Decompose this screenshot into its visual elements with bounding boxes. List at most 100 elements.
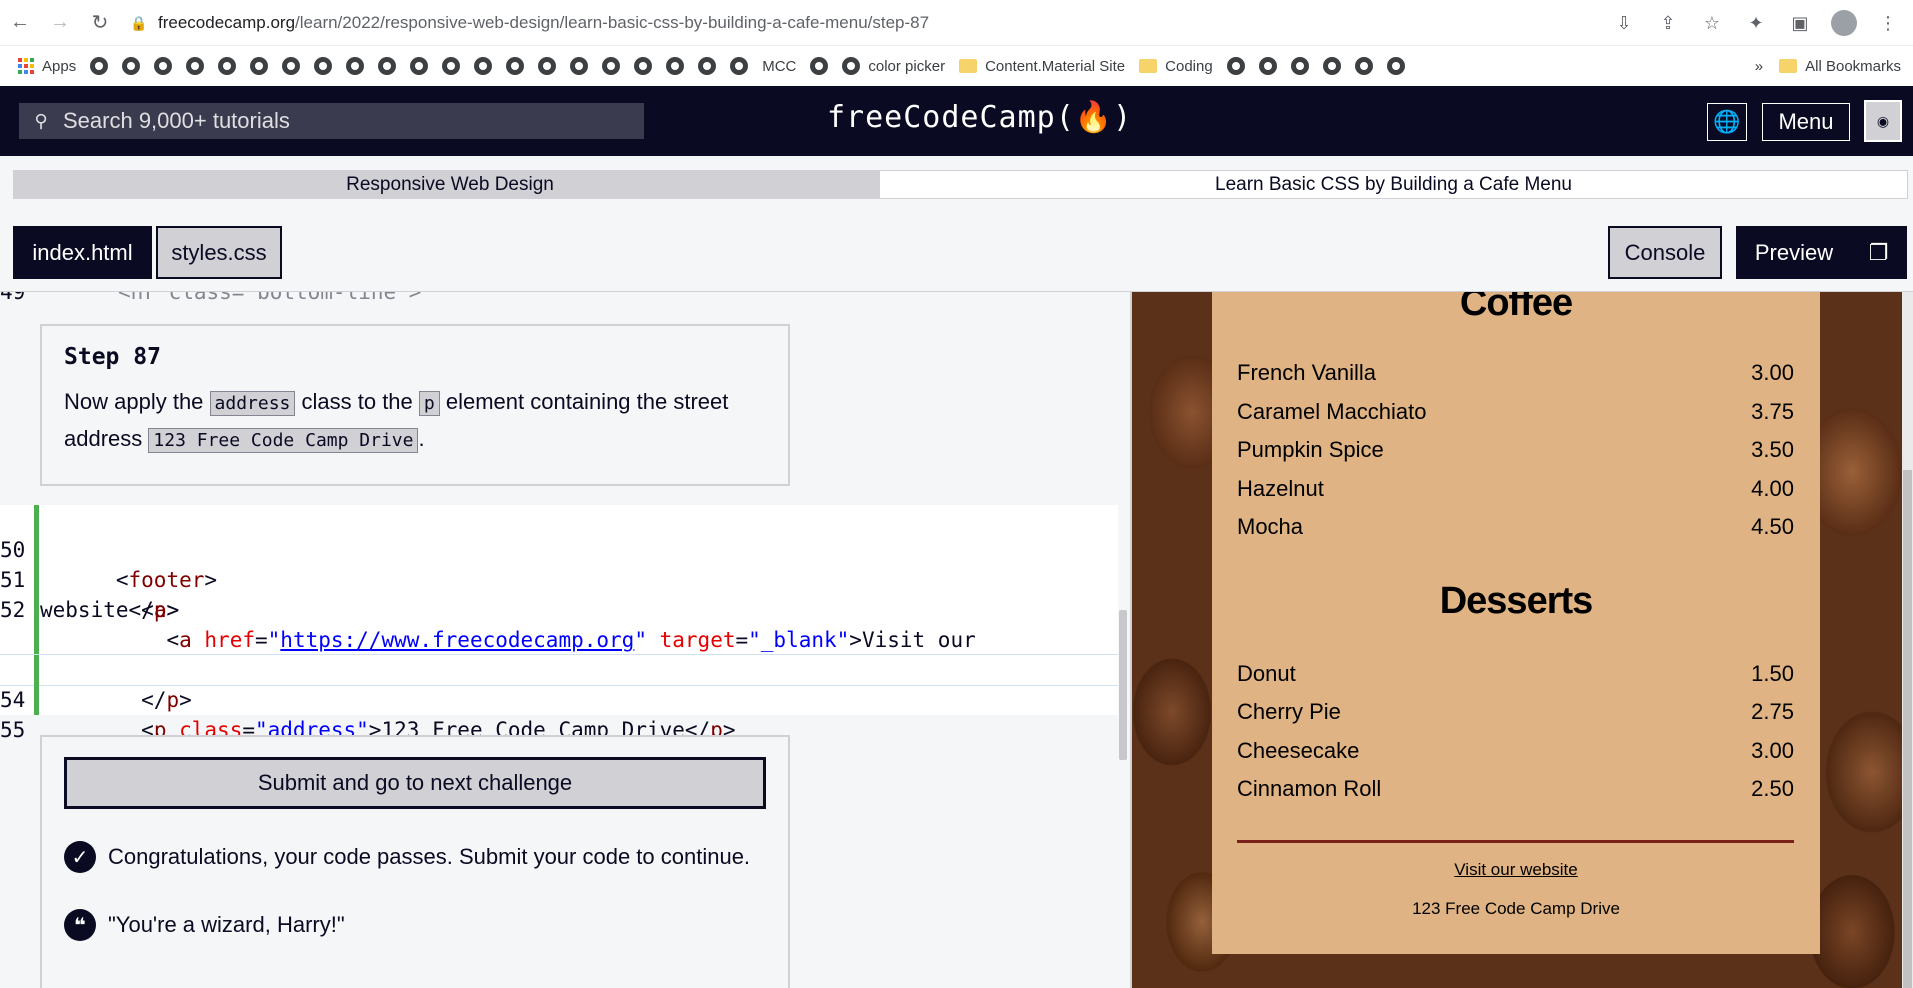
extensions-icon[interactable]: ✦	[1739, 6, 1773, 40]
globe-icon	[1322, 57, 1341, 75]
popout-preview-icon[interactable]: ❐	[1850, 226, 1907, 279]
globe-icon	[842, 57, 861, 75]
bookmark-globe[interactable]	[1322, 57, 1341, 75]
globe-icon	[250, 57, 269, 75]
bookmark-globe[interactable]	[602, 57, 621, 75]
bookmark-globe[interactable]	[186, 57, 205, 75]
menu-item: Hazelnut 4.00	[1237, 474, 1794, 504]
inline-code: 123 Free Code Camp Drive	[148, 428, 419, 453]
profile-avatar[interactable]	[1827, 6, 1861, 40]
user-avatar[interactable]: ◉	[1864, 100, 1902, 142]
bookmarks-right: » All Bookmarks	[1755, 46, 1901, 86]
code-line-partial: 49 <hr class="bottom-line">	[0, 292, 421, 304]
submit-button[interactable]: Submit and go to next challenge	[64, 757, 766, 809]
bookmark-globe[interactable]	[282, 57, 301, 75]
apps-grid-icon	[18, 58, 34, 74]
bookmark-color-picker[interactable]: color picker	[842, 57, 945, 75]
bookmark-globe[interactable]	[90, 57, 109, 75]
tab-index-html[interactable]: index.html	[13, 226, 152, 279]
bookmark-coding[interactable]: Coding	[1139, 58, 1213, 75]
globe-icon	[474, 57, 493, 75]
item-name: Cherry Pie	[1237, 699, 1341, 724]
item-price: 2.75	[1751, 699, 1794, 724]
bookmark-globe[interactable]	[538, 57, 557, 75]
menu-button[interactable]: Menu	[1762, 103, 1850, 141]
globe-icon	[186, 57, 205, 75]
preview-pane: Coffee French Vanilla 3.00 Caramel Macchi…	[1132, 292, 1913, 988]
language-globe-icon[interactable]: 🌐	[1707, 103, 1747, 141]
forward-icon[interactable]: →	[40, 0, 80, 46]
bookmark-label: Coding	[1165, 57, 1213, 75]
code-editor[interactable]: 49 <hr class="bottom-line"> Step 87 Now a…	[0, 292, 1130, 988]
bookmark-mcc[interactable]: MCC	[762, 58, 796, 75]
bookmark-globe[interactable]	[1354, 57, 1373, 75]
bookmarks-overflow-icon[interactable]: »	[1755, 58, 1763, 75]
bookmark-content-material[interactable]: Content.Material Site	[959, 58, 1125, 75]
bookmark-globe[interactable]	[810, 57, 829, 75]
visit-website-link[interactable]: Visit our website	[1212, 860, 1820, 880]
preview-scrollbar-thumb[interactable]	[1903, 470, 1912, 988]
pass-message: ✓ Congratulations, your code passes. Sub…	[64, 841, 750, 873]
bookmark-globe[interactable]	[666, 57, 685, 75]
globe-icon	[90, 57, 109, 75]
bookmark-star-icon[interactable]: ☆	[1695, 6, 1729, 40]
check-circle-icon: ✓	[64, 841, 96, 873]
editor-scrollbar-thumb[interactable]	[1119, 610, 1127, 760]
side-panel-icon[interactable]: ▣	[1783, 6, 1817, 40]
bookmark-globe[interactable]	[570, 57, 589, 75]
fcc-logo[interactable]: freeCodeCamp(🔥)	[827, 100, 1132, 135]
bookmark-globe[interactable]	[474, 57, 493, 75]
search-input[interactable]: ⚲ Search 9,000+ tutorials	[19, 103, 644, 139]
bookmark-globe[interactable]	[1226, 57, 1245, 75]
bookmark-globe[interactable]	[698, 57, 717, 75]
bookmark-globe[interactable]	[1258, 57, 1277, 75]
item-price: 3.00	[1751, 738, 1794, 763]
bookmark-label: Content.Material Site	[985, 57, 1126, 75]
breadcrumb-superblock[interactable]: Responsive Web Design	[13, 170, 887, 199]
reload-icon[interactable]: ↻	[80, 0, 120, 46]
globe-icon	[122, 57, 141, 75]
editable-code-region[interactable]: 50 <footer> 51 <p> 52 <a href="https://w…	[0, 505, 1127, 772]
bookmark-globe[interactable]	[410, 57, 429, 75]
bookmark-globe[interactable]	[122, 57, 141, 75]
all-bookmarks[interactable]: All Bookmarks	[1779, 58, 1901, 75]
menu-item: Cheesecake 3.00	[1237, 736, 1794, 766]
bookmark-globe[interactable]	[314, 57, 333, 75]
code-line[interactable]: 53 </p>	[0, 625, 1126, 712]
code-line[interactable]: 50 <footer>	[0, 505, 1126, 592]
bookmark-globe[interactable]	[378, 57, 397, 75]
share-icon[interactable]: ⇪	[1651, 6, 1685, 40]
item-name: Hazelnut	[1237, 476, 1324, 501]
bookmark-label: MCC	[762, 57, 797, 75]
console-button[interactable]: Console	[1608, 226, 1722, 279]
code-line[interactable]: 51 <p>	[0, 535, 1126, 622]
bookmark-globe[interactable]	[442, 57, 461, 75]
bookmark-globe[interactable]	[1386, 57, 1405, 75]
menu-item: Cinnamon Roll 2.50	[1237, 774, 1794, 804]
code-line-active[interactable]: 54 <p class="address">123 Free Code Camp…	[0, 654, 1127, 742]
back-icon[interactable]: ←	[0, 0, 40, 46]
tab-styles-css[interactable]: styles.css	[156, 226, 282, 279]
bookmark-globe[interactable]	[154, 57, 173, 75]
bookmark-globe[interactable]	[506, 57, 525, 75]
bookmark-globe[interactable]	[730, 57, 749, 75]
code-line[interactable]: 52 <a href="https://www.freecodecamp.org…	[0, 565, 1126, 652]
site-info-icon[interactable]: 🔒	[130, 15, 158, 32]
bookmark-apps[interactable]: Apps	[18, 58, 76, 75]
breadcrumb-block[interactable]: Learn Basic CSS by Building a Cafe Menu	[880, 170, 1908, 199]
preview-button[interactable]: Preview	[1736, 226, 1850, 279]
globe-icon	[810, 57, 829, 75]
bookmark-globe[interactable]	[218, 57, 237, 75]
bookmark-globe[interactable]	[634, 57, 653, 75]
install-icon[interactable]: ⇩	[1607, 6, 1641, 40]
url-bar[interactable]: 🔒 freecodecamp.org/learn/2022/responsive…	[130, 6, 1630, 40]
menu-item: Cherry Pie 2.75	[1237, 697, 1794, 727]
code-line[interactable]: 55 </footer>	[0, 685, 1126, 772]
globe-icon	[154, 57, 173, 75]
bookmark-globe[interactable]	[250, 57, 269, 75]
desc-text: Now apply the	[64, 389, 210, 414]
test-results-panel: Submit and go to next challenge ✓ Congra…	[40, 735, 790, 988]
bookmark-globe[interactable]	[346, 57, 365, 75]
kebab-menu-icon[interactable]: ⋮	[1871, 6, 1905, 40]
bookmark-globe[interactable]	[1290, 57, 1309, 75]
